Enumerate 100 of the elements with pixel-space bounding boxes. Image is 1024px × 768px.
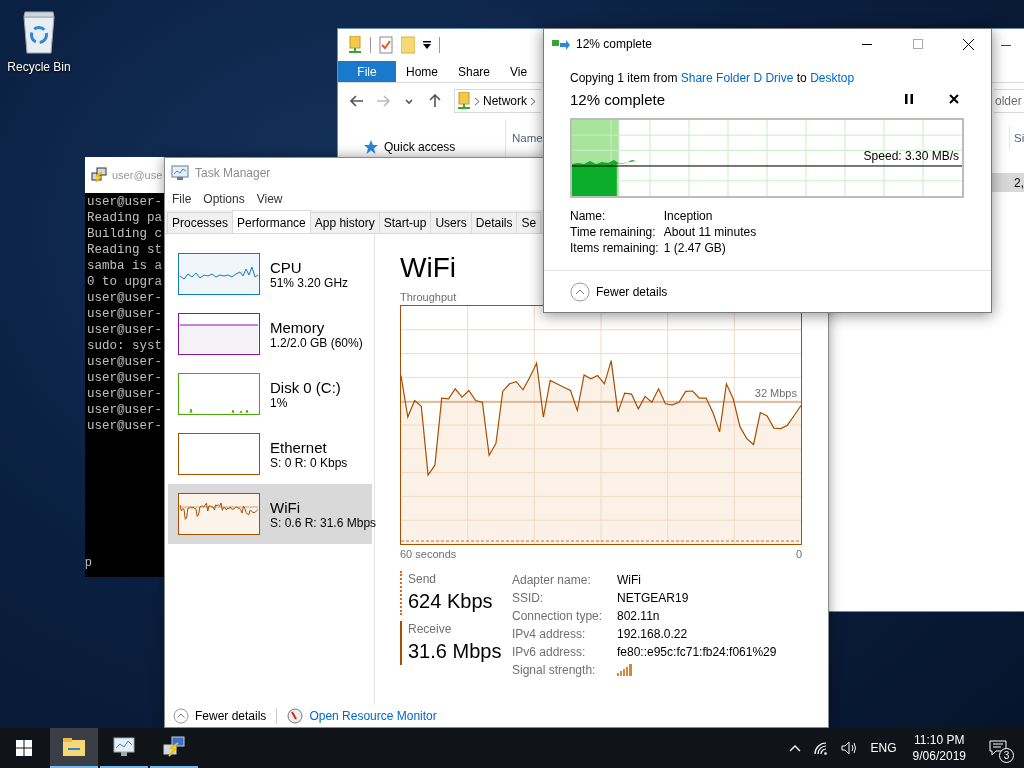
tab[interactable]: Se [516,212,542,233]
network-icon [457,92,471,110]
tab[interactable]: Processes [167,212,234,233]
maximize-icon [912,39,923,49]
dropdown-icon[interactable] [423,41,431,49]
panel-title: WiFi [400,252,456,284]
link[interactable]: Desktop [810,71,855,85]
chevron-up-icon [788,744,801,752]
stat-value: 624 Kbps [408,589,494,614]
terminal-line: user@user- [86,322,162,338]
tab[interactable]: App history [309,212,380,233]
search-field[interactable]: older [994,89,1024,113]
menu-item[interactable]: Options [197,188,251,210]
chevron-up-icon[interactable] [570,281,590,302]
speed-label: Speed: 3.30 MB/s [863,149,959,163]
signal-strength-icon [617,664,633,676]
axis-label: 60 seconds [400,547,457,561]
network-folder-icon [348,36,362,54]
link[interactable]: Share Folder D Drive [680,71,794,85]
terminal-line: user@user- [86,370,162,386]
terminal-line: user@user- [86,290,162,306]
link[interactable]: Open Resource Monitor [309,709,437,723]
clock-date: 9/06/2019 [912,748,966,764]
resource-detail: 1.2/2.0 GB (60%) [270,335,363,350]
resource-detail: S: 0 R: 0 Kbps [270,455,348,470]
resource-name: Memory [270,318,326,336]
resource-item[interactable]: Ethernet S: 0 R: 0 Kbps [168,424,372,484]
axis-label: 0 [795,547,802,561]
resource-item[interactable]: CPU 51% 3.20 GHz [168,244,372,304]
property-value: WiFi [617,572,642,589]
terminal-line: user@user- [86,402,162,418]
property-value: 192.168.0.22 [617,626,689,643]
resource-item[interactable]: Disk 0 (C:) 1% [168,364,372,424]
stat-label: Send [408,571,438,587]
fewer-details-button[interactable]: Fewer details [195,709,267,723]
nav-item[interactable]: Quick access [364,137,456,157]
terminal-line: user@user- [86,194,162,210]
property-label: Adapter name: [512,572,592,589]
ribbon-tab[interactable]: Home [396,61,448,82]
detail-value: About 11 minutes [663,224,758,240]
property-label: Connection type: [512,608,604,625]
ribbon-tab[interactable]: Vie [500,61,528,82]
terminal-line: Reading st [86,242,162,258]
terminal-line: Building c [86,226,162,242]
graph-label: Throughput [400,290,457,304]
resource-detail: 51% 3.20 GHz [270,275,349,290]
file-row[interactable]: 2, [992,173,1024,192]
terminal-line: sudo: syst [86,338,162,354]
resource-item[interactable]: Memory 1.2/2.0 GB (60%) [168,304,372,364]
menu-item[interactable]: File [166,188,198,210]
fewer-details-button[interactable]: Fewer details [596,284,668,299]
terminal-line: samba is a [86,258,162,274]
size-cell-text: 2, [1013,175,1024,190]
recycle-bin-icon[interactable] [21,10,57,54]
ribbon-tab[interactable]: Share [448,61,501,82]
stat-value: 31.6 Mbps [408,639,503,664]
pause-icon [905,94,913,104]
notification-badge: 3 [999,748,1014,763]
taskbar-app[interactable] [50,728,98,768]
column-header[interactable]: Si [1009,126,1024,150]
detail-label: Items remaining: [570,240,659,256]
nav-label: Quick access [384,140,456,154]
properties-icon[interactable] [379,36,393,54]
tab[interactable]: Performance [232,210,311,233]
close-icon [963,38,974,50]
column-header[interactable]: Name [506,126,543,150]
progress-heading: 12% complete [570,90,667,108]
tab[interactable]: Start-up [378,212,432,233]
detail-label: Time remaining: [570,224,657,240]
chevron-up-icon[interactable] [173,708,189,724]
computer-icon [91,167,107,183]
window-title: Task Manager [195,166,271,180]
speed-area [572,160,636,196]
forward-icon [376,94,390,108]
notification-button[interactable]: 3 [976,728,1020,768]
icon-label: Recycle Bin [7,60,71,74]
chevron-icon [474,96,480,106]
star-icon [364,140,378,154]
speaker-icon [840,741,859,755]
minimize-icon [861,43,872,45]
minimize-icon [1001,44,1011,46]
copy-icon [552,38,570,50]
detail-label: Name: [570,208,607,224]
terminal-line: user@user- [86,386,162,402]
resource-name: Ethernet [270,438,328,456]
file-menu-button[interactable]: File [338,61,396,82]
scale-label: 32 Mbps [754,387,797,399]
detail-value: Inception [663,208,714,224]
address-bar[interactable]: Network [454,89,541,113]
language-indicator[interactable]: ENG [864,728,903,768]
address-segment[interactable]: Network [483,94,527,108]
chevron-icon [530,96,536,106]
terminal-line: user@user- [86,306,162,322]
resource-name: Disk 0 (C:) [270,378,341,396]
menu-item[interactable]: View [250,188,289,210]
resource-detail: 1% [270,395,289,410]
terminal-line: user@user- [86,354,162,370]
wifi-icon [812,741,829,755]
back-icon [350,94,364,108]
property-value: 802.11n [617,608,661,625]
